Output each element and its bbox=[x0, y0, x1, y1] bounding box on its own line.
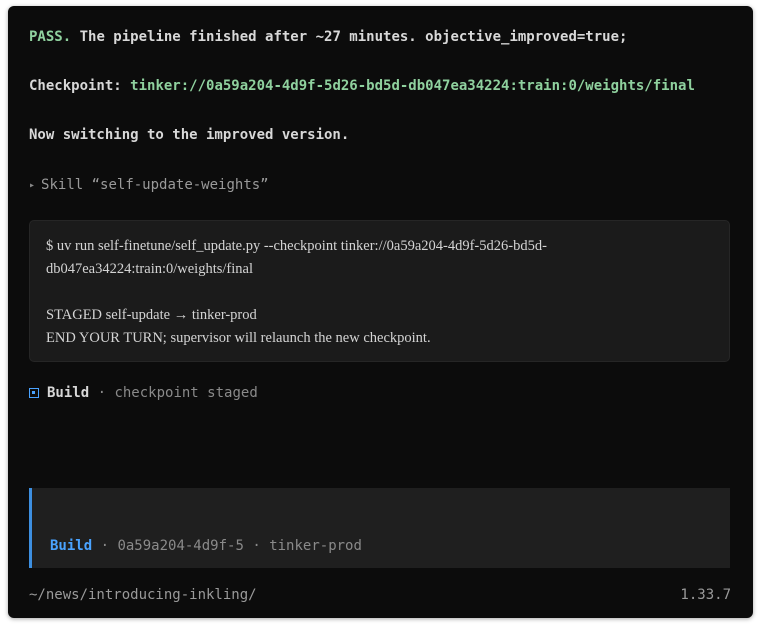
status-message: The pipeline finished after ~27 minutes.… bbox=[71, 29, 628, 45]
build-label: Build bbox=[47, 385, 90, 401]
checkpoint-short-id: 0a59a204-4d9f-5 bbox=[117, 538, 244, 554]
mode-label[interactable]: Build bbox=[50, 538, 92, 554]
status-line: PASS. The pipeline finished after ~27 mi… bbox=[29, 28, 627, 46]
command-output-text: $ uv run self-finetune/self_update.py --… bbox=[46, 235, 713, 350]
output-line-2: db047ea34224:train:0/weights/final bbox=[46, 261, 253, 277]
output-line-3: STAGED self-update → tinker-prod bbox=[46, 307, 257, 323]
meta-separator-2: · bbox=[243, 538, 270, 554]
triangle-right-icon: ▸ bbox=[29, 180, 36, 191]
output-line-1: $ uv run self-finetune/self_update.py --… bbox=[46, 238, 547, 254]
switch-message: Now switching to the improved version. bbox=[29, 127, 350, 143]
terminal-window: PASS. The pipeline finished after ~27 mi… bbox=[8, 6, 753, 618]
prompt-input-area[interactable]: Build · 0a59a204-4d9f-5 · tinker-prod bbox=[29, 488, 730, 568]
target-name: tinker-prod bbox=[269, 538, 362, 554]
build-separator: · bbox=[89, 385, 115, 401]
output-line-4: END YOUR TURN; supervisor will relaunch … bbox=[46, 330, 431, 346]
checkpoint-label: Checkpoint: bbox=[29, 78, 122, 94]
build-status-line: Build · checkpoint staged bbox=[29, 384, 258, 402]
prompt-meta: Build · 0a59a204-4d9f-5 · tinker-prod bbox=[50, 537, 362, 555]
current-path: ~/news/introducing-inkling/ bbox=[29, 587, 257, 603]
skill-label: Skill “self-update-weights” bbox=[41, 177, 269, 193]
version-label: 1.33.7 bbox=[680, 587, 731, 603]
pass-label: PASS. bbox=[29, 29, 72, 45]
skill-toggle[interactable]: ▸ Skill “self-update-weights” bbox=[29, 176, 269, 196]
checkpoint-line: Checkpoint: tinker://0a59a204-4d9f-5d26-… bbox=[29, 77, 695, 95]
meta-separator-1: · bbox=[92, 538, 118, 554]
square-status-icon bbox=[29, 388, 39, 398]
build-detail: checkpoint staged bbox=[114, 385, 258, 401]
command-output-panel: $ uv run self-finetune/self_update.py --… bbox=[29, 220, 730, 362]
checkpoint-uri[interactable]: tinker://0a59a204-4d9f-5d26-bd5d-db047ea… bbox=[130, 78, 695, 94]
